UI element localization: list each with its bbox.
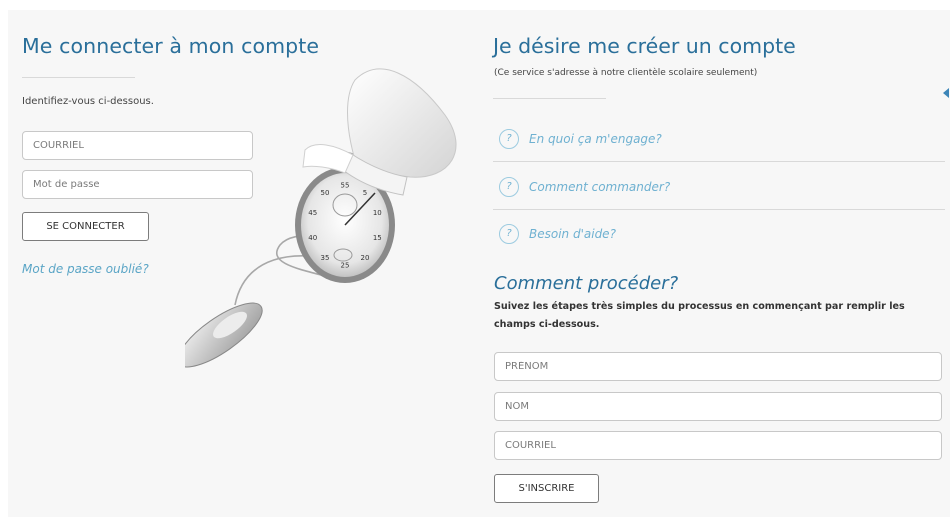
stopwatch-dial-number: 55 <box>341 182 350 190</box>
lastname-input[interactable] <box>494 392 942 421</box>
stopwatch-dial-number: 45 <box>308 209 317 217</box>
stopwatch-dial-number: 35 <box>321 254 330 262</box>
login-submit-button[interactable]: SE CONNECTER <box>22 212 149 241</box>
signup-submit-button[interactable]: S'INSCRIRE <box>494 474 599 503</box>
how-to-title: Comment procéder? <box>494 273 679 294</box>
question-circle-icon: ? <box>499 176 519 197</box>
faq-divider <box>493 161 945 162</box>
stopwatch-dial-number: 20 <box>361 254 370 262</box>
faq-item-label: Comment commander? <box>529 179 671 194</box>
signup-title: Je désire me créer un compte <box>493 34 796 58</box>
faq-item-label: Besoin d'aide? <box>529 226 616 241</box>
how-to-description: Suivez les étapes très simples du proces… <box>494 301 905 330</box>
stopwatch-dial-number: 40 <box>308 234 317 242</box>
faq-item-engagement[interactable]: ? En quoi ça m'engage? <box>493 120 945 157</box>
scroll-left-arrow-icon[interactable] <box>943 88 949 98</box>
firstname-input[interactable] <box>494 352 942 381</box>
signup-email-input[interactable] <box>494 431 942 460</box>
forgot-password-link[interactable]: Mot de passe oublié? <box>22 262 149 276</box>
question-circle-icon: ? <box>499 128 519 149</box>
login-intro: Identifiez-vous ci-dessous. <box>22 96 154 107</box>
faq-item-help[interactable]: ? Besoin d'aide? <box>493 215 945 252</box>
faq-item-order[interactable]: ? Comment commander? <box>493 168 945 205</box>
stopwatch-dial-number: 15 <box>373 234 382 242</box>
question-circle-icon: ? <box>499 223 519 244</box>
signup-subtitle: (Ce service s'adresse à notre clientèle … <box>494 68 758 78</box>
login-title-divider <box>22 77 135 78</box>
faq-item-label: En quoi ça m'engage? <box>529 131 662 146</box>
stopwatch-dial-number: 25 <box>341 262 350 270</box>
stopwatch-dial-number: 5 <box>363 189 367 197</box>
signup-title-divider <box>493 98 606 99</box>
faq-divider <box>493 209 945 210</box>
computer-mouse <box>185 302 263 368</box>
stopwatch-dial-number: 50 <box>321 189 330 197</box>
chef-stopwatch-mouse-illustration: 5551015202535404550 <box>185 68 457 368</box>
stopwatch-dial-number: 10 <box>373 209 382 217</box>
